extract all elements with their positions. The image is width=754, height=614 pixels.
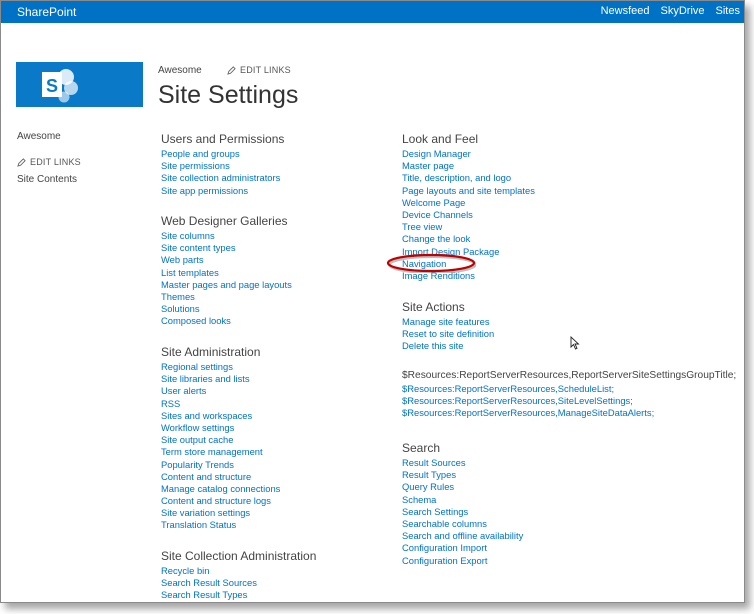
link-device-channels[interactable]: Device Channels — [402, 209, 535, 221]
link-rss[interactable]: RSS — [161, 398, 280, 410]
group-title: Users and Permissions — [161, 132, 285, 146]
pencil-icon — [227, 65, 236, 75]
sharepoint-window: SharePoint Newsfeed SkyDrive Sites S Awe… — [0, 0, 745, 603]
group-search: Search Result Sources Result Types Query… — [402, 441, 523, 567]
quicklaunch-site-link[interactable]: Awesome — [17, 131, 137, 142]
quicklaunch-site-contents[interactable]: Site Contents — [17, 174, 137, 185]
link-composed-looks[interactable]: Composed looks — [161, 315, 292, 327]
link-site-libraries-and-lists[interactable]: Site libraries and lists — [161, 373, 280, 385]
link-regional-settings[interactable]: Regional settings — [161, 361, 280, 373]
group-title: Search — [402, 441, 441, 455]
link-design-manager[interactable]: Design Manager — [402, 148, 535, 160]
link-manage-site-features[interactable]: Manage site features — [402, 316, 494, 328]
link-delete-this-site[interactable]: Delete this site — [402, 340, 494, 352]
link-site-level-settings[interactable]: $Resources:ReportServerResources,SiteLev… — [402, 395, 736, 407]
link-manage-site-data-alerts[interactable]: $Resources:ReportServerResources,ManageS… — [402, 407, 736, 419]
link-reset-to-site-definition[interactable]: Reset to site definition — [402, 328, 494, 340]
link-themes[interactable]: Themes — [161, 291, 292, 303]
pencil-icon — [17, 157, 26, 167]
link-term-store-management[interactable]: Term store management — [161, 446, 280, 458]
link-search-offline-availability[interactable]: Search and offline availability — [402, 530, 523, 542]
group-title: $Resources:ReportServerResources,ReportS… — [402, 370, 737, 381]
group-report-server: $Resources:ReportServerResources,ReportS… — [402, 370, 736, 420]
link-content-and-structure[interactable]: Content and structure — [161, 471, 280, 483]
link-master-pages-and-page-layouts[interactable]: Master pages and page layouts — [161, 279, 292, 291]
link-sites-and-workspaces[interactable]: Sites and workspaces — [161, 410, 280, 422]
link-site-collection-administrators[interactable]: Site collection administrators — [161, 172, 284, 184]
link-content-and-structure-logs[interactable]: Content and structure logs — [161, 495, 280, 507]
link-site-columns[interactable]: Site columns — [161, 230, 292, 242]
mouse-cursor-icon — [570, 336, 580, 350]
link-search-result-types[interactable]: Search Result Types — [161, 589, 316, 601]
link-manage-catalog-connections[interactable]: Manage catalog connections — [161, 483, 280, 495]
link-tree-view[interactable]: Tree view — [402, 221, 535, 233]
suite-bar: SharePoint Newsfeed SkyDrive Sites — [1, 1, 744, 23]
group-site-administration: Site Administration Regional settings Si… — [161, 345, 280, 532]
link-site-output-cache[interactable]: Site output cache — [161, 434, 280, 446]
link-web-parts[interactable]: Web parts — [161, 254, 292, 266]
suite-link-skydrive[interactable]: SkyDrive — [661, 5, 705, 17]
link-workflow-settings[interactable]: Workflow settings — [161, 422, 280, 434]
link-site-app-permissions[interactable]: Site app permissions — [161, 185, 284, 197]
link-site-permissions[interactable]: Site permissions — [161, 160, 284, 172]
group-title: Site Actions — [402, 300, 465, 314]
group-title: Web Designer Galleries — [161, 214, 288, 228]
link-people-and-groups[interactable]: People and groups — [161, 148, 284, 160]
link-query-rules[interactable]: Query Rules — [402, 481, 523, 493]
suite-link-sites[interactable]: Sites — [716, 5, 740, 17]
brand-label[interactable]: SharePoint — [17, 5, 76, 19]
link-user-alerts[interactable]: User alerts — [161, 385, 280, 397]
link-recycle-bin[interactable]: Recycle bin — [161, 565, 316, 577]
link-welcome-page[interactable]: Welcome Page — [402, 197, 535, 209]
link-page-layouts-and-site-templates[interactable]: Page layouts and site templates — [402, 185, 535, 197]
edit-links-top[interactable]: EDIT LINKS — [227, 65, 291, 75]
link-popularity-trends[interactable]: Popularity Trends — [161, 459, 280, 471]
sharepoint-logo-icon: S — [42, 69, 78, 103]
link-master-page[interactable]: Master page — [402, 160, 535, 172]
link-search-result-sources[interactable]: Search Result Sources — [161, 577, 316, 589]
group-title: Look and Feel — [402, 132, 479, 146]
link-title-description-logo[interactable]: Title, description, and logo — [402, 172, 535, 184]
group-users-permissions: Users and Permissions People and groups … — [161, 132, 284, 197]
link-schema[interactable]: Schema — [402, 494, 523, 506]
edit-links-label: EDIT LINKS — [30, 157, 81, 167]
link-result-sources[interactable]: Result Sources — [402, 457, 523, 469]
link-configuration-import[interactable]: Configuration Import — [402, 542, 523, 554]
group-site-collection-administration: Site Collection Administration Recycle b… — [161, 549, 316, 602]
quicklaunch-edit-links[interactable]: EDIT LINKS — [17, 157, 137, 167]
quick-launch: Awesome EDIT LINKS Site Contents — [17, 131, 137, 185]
svg-text:S: S — [46, 76, 58, 96]
suite-link-newsfeed[interactable]: Newsfeed — [601, 5, 650, 17]
highlight-ellipse — [386, 253, 476, 273]
group-site-actions: Site Actions Manage site features Reset … — [402, 300, 494, 353]
link-site-variation-settings[interactable]: Site variation settings — [161, 507, 280, 519]
group-title: Site Administration — [161, 345, 261, 359]
link-translation-status[interactable]: Translation Status — [161, 519, 280, 531]
link-searchable-columns[interactable]: Searchable columns — [402, 518, 523, 530]
site-logo[interactable]: S — [16, 62, 143, 107]
link-change-the-look[interactable]: Change the look — [402, 233, 535, 245]
link-configuration-export[interactable]: Configuration Export — [402, 555, 523, 567]
link-solutions[interactable]: Solutions — [161, 303, 292, 315]
link-result-types[interactable]: Result Types — [402, 469, 523, 481]
breadcrumb-site-link[interactable]: Awesome — [158, 65, 202, 76]
link-list-templates[interactable]: List templates — [161, 267, 292, 279]
link-site-content-types[interactable]: Site content types — [161, 242, 292, 254]
link-schedule-list[interactable]: $Resources:ReportServerResources,Schedul… — [402, 383, 736, 395]
group-title: Site Collection Administration — [161, 549, 317, 563]
page-title: Site Settings — [158, 81, 299, 109]
link-search-settings[interactable]: Search Settings — [402, 506, 523, 518]
suite-links: Newsfeed SkyDrive Sites — [601, 5, 740, 17]
group-web-designer-galleries: Web Designer Galleries Site columns Site… — [161, 214, 292, 328]
edit-links-label: EDIT LINKS — [240, 65, 291, 75]
